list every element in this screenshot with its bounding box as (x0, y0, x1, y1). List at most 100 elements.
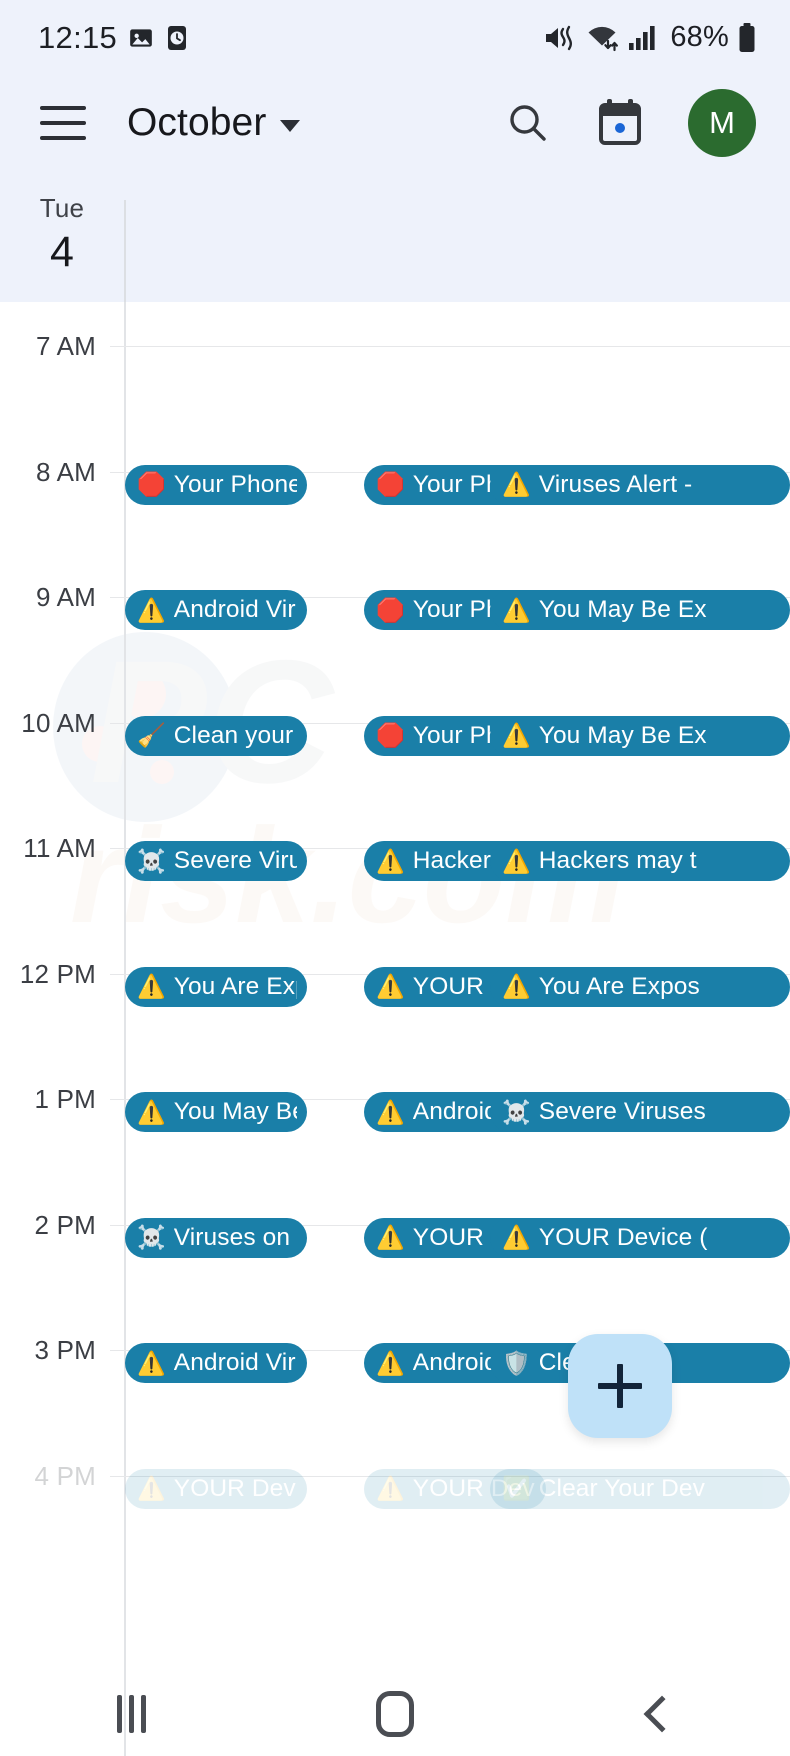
day-header: Tue 4 (0, 171, 790, 302)
chevron-down-icon (280, 120, 301, 132)
recent-apps-icon (117, 1695, 147, 1733)
grid-hour-line (110, 346, 790, 347)
skull-crossbones-icon: ☠️ (137, 847, 166, 874)
calendar-event-label: YOUR Device ( (173, 1474, 297, 1502)
calendar-event[interactable]: ⚠️ YOUR Device ( (125, 1468, 307, 1509)
calendar-event-label: Viruses on you (173, 1223, 297, 1251)
calendar-event[interactable]: ⚠️ YOUR Device ( (490, 1217, 790, 1258)
month-selector[interactable]: October (127, 101, 301, 145)
hour-label: 1 PM (34, 1084, 96, 1114)
shield-icon: 🛡️ (502, 1349, 531, 1376)
warning-icon: ⚠️ (137, 1098, 166, 1125)
watermark: PC risk.com (53, 632, 625, 951)
calendar-event-label: YOUR Device ( (538, 1223, 708, 1251)
plus-icon (598, 1364, 642, 1408)
hour-label: 12 PM (19, 958, 96, 989)
search-icon[interactable] (504, 99, 552, 147)
warning-icon: ⚠️ (502, 973, 531, 999)
back-button[interactable] (578, 1672, 738, 1756)
calendar-event-label: You Are Expos (173, 972, 297, 1000)
warning-icon: ⚠️ (137, 1349, 166, 1376)
calendar-event-label: Your Phone is (173, 470, 297, 498)
calendar-event[interactable]: ⚠️ Android Virus (125, 1343, 307, 1383)
status-bar: 12:15 68% (0, 0, 790, 75)
calendar-event[interactable]: 🧹 Clean your Ph (125, 715, 307, 756)
stop-sign-icon: 🛑 (376, 471, 405, 497)
warning-icon: ⚠️ (502, 1224, 531, 1250)
calendar-event[interactable]: ☠️ Severe Viruses (125, 841, 307, 881)
status-bar-right: 68% (543, 21, 756, 54)
calendar-event-label: You May Be Ex (173, 1098, 297, 1125)
calendar-event[interactable]: ⚠️ You Are Expos (490, 966, 790, 1007)
warning-icon: ⚠️ (502, 847, 531, 874)
add-event-button[interactable] (568, 1334, 672, 1438)
day-column-header[interactable]: Tue 4 (0, 171, 124, 277)
calendar-event[interactable]: ⚠️ You May Be Ex (490, 590, 790, 630)
home-icon (375, 1691, 414, 1737)
stop-sign-icon: 🛑 (376, 596, 405, 623)
calendar-event[interactable]: 🛑 Your Phone is (125, 464, 307, 505)
calendar-event-label: You May Be Ex (538, 721, 707, 749)
recent-apps-button[interactable] (52, 1672, 212, 1756)
warning-icon: ⚠️ (376, 1098, 405, 1125)
calendar-event[interactable]: ✅ Clear Your Dev (490, 1468, 790, 1509)
calendar-event[interactable]: ⚠️ Android Virus (125, 590, 307, 630)
calendar-event-label: Clean your Ph (173, 721, 297, 749)
stop-sign-icon: 🛑 (376, 722, 405, 748)
page-title: October (127, 101, 267, 144)
calendar-event-label: Severe Viruses (538, 1098, 706, 1125)
calendar-event-label: You Are Expos (538, 972, 700, 1000)
hour-label: 8 AM (35, 456, 96, 487)
status-bar-clock: 12:15 (38, 19, 118, 55)
calendar-event-label: Android Virus (173, 1349, 297, 1376)
app-bar-actions: M (504, 89, 790, 157)
home-button[interactable] (315, 1672, 475, 1756)
skull-crossbones-icon: ☠️ (137, 1224, 166, 1250)
hamburger-menu-icon[interactable] (40, 106, 86, 140)
hour-label: 11 AM (23, 833, 96, 863)
app-bar: October M (0, 75, 790, 171)
warning-icon: ⚠️ (376, 847, 405, 874)
back-chevron-icon (643, 1695, 681, 1733)
warning-icon: ⚠️ (137, 596, 166, 623)
calendar-event[interactable]: ☠️ Viruses on you (125, 1217, 307, 1258)
stop-sign-icon: 🛑 (137, 471, 166, 497)
cellular-signal-icon (628, 24, 658, 51)
calendar-event-label: You May Be Ex (538, 596, 707, 623)
android-nav-bar (0, 1672, 790, 1756)
day-number-label: 4 (49, 228, 75, 276)
image-icon (128, 25, 154, 51)
warning-icon: ⚠️ (376, 1349, 405, 1376)
calendar-event[interactable]: ☠️ Severe Viruses (490, 1092, 790, 1132)
clock-icon (165, 25, 189, 51)
status-bar-left: 12:15 (38, 20, 189, 56)
calendar-event[interactable]: ⚠️ You May Be Ex (125, 1092, 307, 1132)
warning-icon: ⚠️ (502, 596, 531, 623)
calendar-today-icon[interactable] (596, 98, 644, 148)
skull-crossbones-icon: ☠️ (502, 1098, 531, 1125)
hour-label: 4 PM (34, 1460, 96, 1491)
calendar-event[interactable]: ⚠️ You May Be Ex (490, 715, 790, 756)
hour-label: 10 AM (21, 707, 96, 738)
warning-icon: ⚠️ (502, 471, 531, 497)
calendar-grid[interactable]: PC risk.com 7 AM 8 AM 9 AM 10 AM 11 AM 12 PM 1… (0, 302, 790, 1756)
weekday-label: Tue (39, 193, 85, 223)
warning-icon: ⚠️ (137, 1475, 166, 1501)
avatar[interactable]: M (688, 89, 756, 157)
warning-icon: ⚠️ (137, 973, 166, 999)
calendar-event[interactable]: ⚠️ You Are Expos (125, 966, 307, 1007)
calendar-event-label: Hackers may t (538, 847, 697, 874)
day-header-divider (124, 200, 126, 302)
mute-vibrate-icon (543, 23, 577, 53)
wifi-icon (586, 23, 619, 53)
broom-icon: 🧹 (137, 722, 166, 748)
calendar-event-label: Severe Viruses (173, 847, 297, 874)
battery-percent-label: 68% (670, 21, 729, 53)
calendar-event-label: Clear Your Dev (538, 1474, 705, 1502)
warning-icon: ⚠️ (376, 1475, 405, 1501)
calendar-event[interactable]: ⚠️ Hackers may t (490, 841, 790, 881)
calendar-event-label: Android Virus (173, 596, 297, 623)
phone-screen: 12:15 68% October M Tue 4 risk.com 7 AM … (0, 0, 790, 1756)
calendar-event[interactable]: ⚠️ Viruses Alert - (490, 464, 790, 505)
battery-icon (738, 22, 756, 53)
